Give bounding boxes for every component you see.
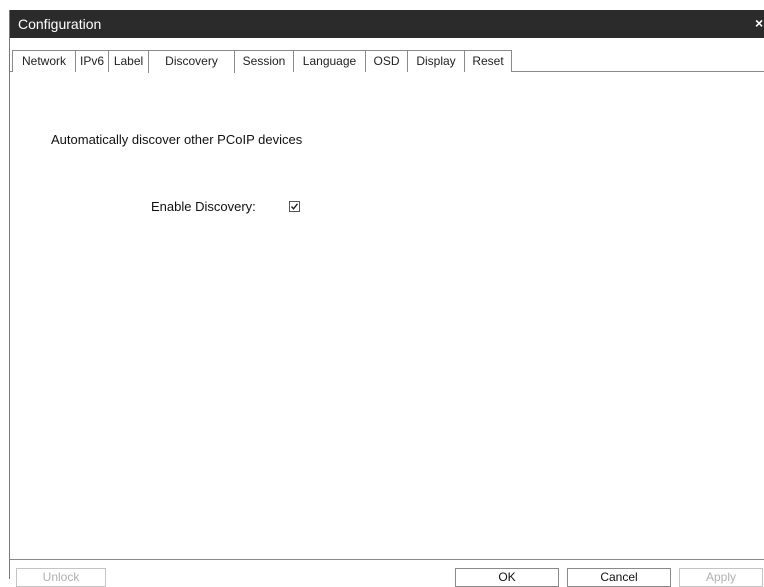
configuration-window: Configuration × Network IPv6 Label Disco… <box>9 10 764 587</box>
window-title: Configuration <box>18 16 102 32</box>
ok-button[interactable]: OK <box>455 568 559 587</box>
unlock-button[interactable]: Unlock <box>16 568 106 587</box>
tab-ipv6[interactable]: IPv6 <box>75 50 109 72</box>
tab-display[interactable]: Display <box>407 50 465 72</box>
checkmark-icon <box>290 203 299 210</box>
tab-session[interactable]: Session <box>234 50 294 72</box>
tab-osd[interactable]: OSD <box>365 50 408 72</box>
tab-label[interactable]: Label <box>108 50 149 72</box>
tab-discovery[interactable]: Discovery <box>148 50 235 73</box>
tab-reset[interactable]: Reset <box>464 50 512 72</box>
apply-button[interactable]: Apply <box>679 568 763 587</box>
enable-discovery-label: Enable Discovery: <box>151 199 256 214</box>
tab-network[interactable]: Network <box>12 50 76 72</box>
discovery-panel: Automatically discover other PCoIP devic… <box>10 72 764 560</box>
discovery-heading: Automatically discover other PCoIP devic… <box>51 132 303 147</box>
close-icon[interactable]: × <box>755 15 764 31</box>
tab-bar: Network IPv6 Label Discovery Session Lan… <box>10 50 764 73</box>
title-bar: Configuration × <box>10 10 764 38</box>
enable-discovery-checkbox[interactable] <box>289 201 300 212</box>
cancel-button[interactable]: Cancel <box>567 568 671 587</box>
tab-language[interactable]: Language <box>293 50 366 72</box>
